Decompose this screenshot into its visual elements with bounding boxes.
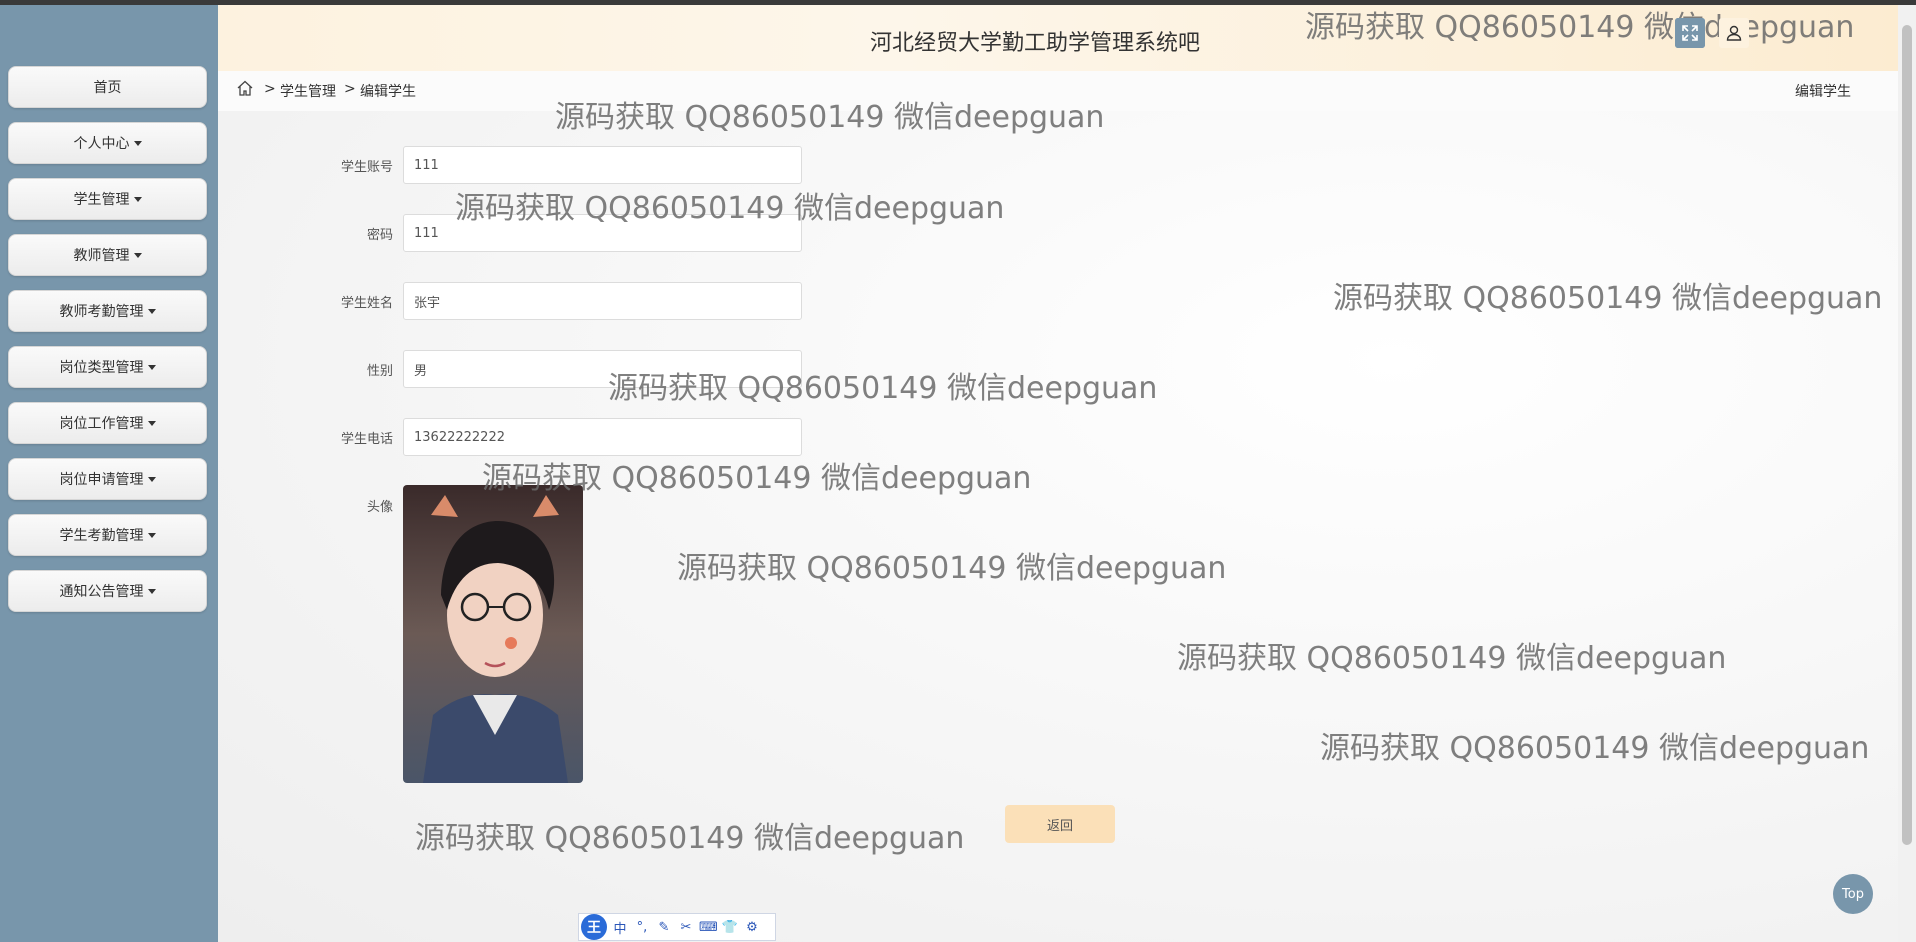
caret-down-icon <box>133 196 142 202</box>
password-field[interactable]: 111 <box>403 214 802 252</box>
user-button-overlay[interactable] <box>1719 18 1749 48</box>
sidebar-item-personal-center[interactable]: 个人中心 <box>8 122 207 164</box>
sidebar-item-student-management[interactable]: 学生管理 <box>8 178 207 220</box>
caret-down-icon <box>133 252 142 258</box>
ime-toolbar[interactable]: 王 中 °, ✎ ✂ ⌨ 👕 ⚙ <box>578 913 776 941</box>
sidebar-item-position-application[interactable]: 岗位申请管理 <box>8 458 207 500</box>
sidebar-item-label: 教师管理 <box>73 248 130 264</box>
breadcrumb: > 学生管理 > 编辑学生 编辑学生 <box>218 71 1898 112</box>
caret-down-icon <box>147 532 156 538</box>
sidebar-item-label: 通知公告管理 <box>59 584 144 600</box>
scroll-top-button[interactable]: Top <box>1833 874 1873 914</box>
gender-value: 男 <box>414 363 428 379</box>
ime-chinese-mode-icon[interactable]: 中 <box>611 918 629 937</box>
scrollbar[interactable] <box>1898 5 1916 942</box>
ime-keyboard-icon[interactable]: ⌨ <box>699 920 718 935</box>
sidebar-item-notice[interactable]: 通知公告管理 <box>8 570 207 612</box>
gender-field[interactable]: 男 <box>403 350 802 388</box>
breadcrumb-separator: > <box>264 81 276 97</box>
caret-down-icon <box>147 420 156 426</box>
sidebar-item-position-type[interactable]: 岗位类型管理 <box>8 346 207 388</box>
ime-settings-icon[interactable]: ⚙ <box>743 920 761 935</box>
sidebar-item-home[interactable]: 首页 <box>8 66 207 108</box>
sidebar-item-position-work[interactable]: 岗位工作管理 <box>8 402 207 444</box>
phone-value: 13622222222 <box>414 429 505 445</box>
back-button[interactable]: 返回 <box>1005 805 1115 843</box>
sidebar-item-label: 岗位工作管理 <box>59 416 144 432</box>
caret-down-icon <box>147 588 156 594</box>
scrollbar-thumb[interactable] <box>1902 25 1912 845</box>
ime-skin-icon[interactable]: 👕 <box>721 920 739 935</box>
sidebar: 首页 个人中心 学生管理 教师管理 教师考勤管理 岗位类型管理 岗位工作管理 岗… <box>0 5 218 942</box>
sidebar-item-label: 学生管理 <box>73 192 130 208</box>
caret-down-icon <box>147 476 156 482</box>
fullscreen-icon <box>1682 25 1698 41</box>
caret-down-icon <box>147 364 156 370</box>
sidebar-item-teacher-attendance[interactable]: 教师考勤管理 <box>8 290 207 332</box>
breadcrumb-edit-student: 编辑学生 <box>360 84 416 100</box>
sidebar-item-label: 岗位申请管理 <box>59 472 144 488</box>
page-title: 河北经贸大学勤工助学管理系统吧 <box>870 31 1201 56</box>
ime-scissors-icon[interactable]: ✂ <box>677 920 695 935</box>
breadcrumb-right-title: 编辑学生 <box>1795 84 1851 100</box>
ime-pen-icon[interactable]: ✎ <box>655 920 673 935</box>
name-label: 学生姓名 <box>340 296 393 311</box>
avatar-image <box>403 485 583 783</box>
password-label: 密码 <box>366 228 393 243</box>
phone-field[interactable]: 13622222222 <box>403 418 802 456</box>
sidebar-item-label: 岗位类型管理 <box>59 360 144 376</box>
name-field[interactable]: 张宇 <box>403 282 802 320</box>
ime-logo-icon[interactable]: 王 <box>581 914 607 940</box>
sidebar-item-label: 学生考勤管理 <box>59 528 144 544</box>
header: 河北经贸大学勤工助学管理系统吧 <box>218 5 1898 71</box>
caret-down-icon <box>133 140 142 146</box>
fullscreen-button-overlay[interactable] <box>1675 18 1705 48</box>
gender-label: 性别 <box>366 364 393 379</box>
account-field[interactable]: 111 <box>403 146 802 184</box>
password-value: 111 <box>414 225 439 241</box>
sidebar-item-label: 个人中心 <box>73 136 130 152</box>
avatar-label: 头像 <box>366 500 393 515</box>
breadcrumb-separator: > <box>344 81 356 97</box>
ime-punctuation-icon[interactable]: °, <box>633 920 651 935</box>
account-label: 学生账号 <box>340 160 393 175</box>
sidebar-item-student-attendance[interactable]: 学生考勤管理 <box>8 514 207 556</box>
caret-down-icon <box>147 308 156 314</box>
home-icon[interactable] <box>236 79 254 101</box>
name-value: 张宇 <box>414 295 441 311</box>
user-icon <box>1726 25 1742 41</box>
sidebar-item-label: 教师考勤管理 <box>59 304 144 320</box>
sidebar-item-teacher-management[interactable]: 教师管理 <box>8 234 207 276</box>
sidebar-item-label: 首页 <box>93 80 122 96</box>
breadcrumb-student-management[interactable]: 学生管理 <box>280 81 336 101</box>
phone-label: 学生电话 <box>340 432 393 447</box>
account-value: 111 <box>414 157 439 173</box>
